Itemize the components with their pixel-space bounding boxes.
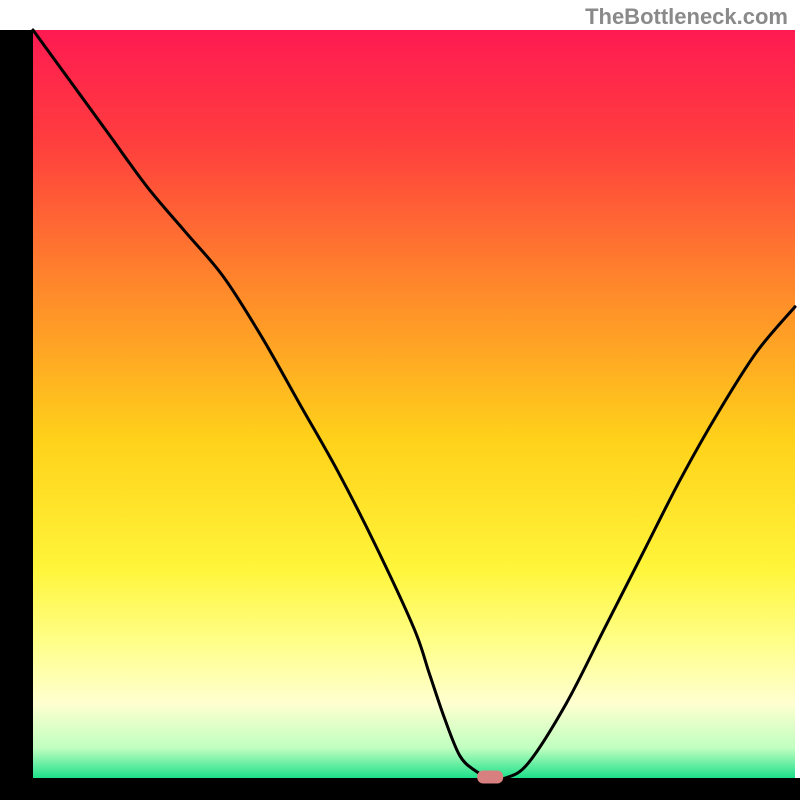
optimum-marker [477, 771, 503, 784]
plot-background [33, 30, 795, 778]
chart-container: TheBottleneck.com [0, 0, 800, 800]
frame-bottom [0, 778, 800, 800]
frame-left [0, 30, 33, 800]
bottleneck-chart [0, 0, 800, 800]
watermark-text: TheBottleneck.com [585, 4, 788, 30]
